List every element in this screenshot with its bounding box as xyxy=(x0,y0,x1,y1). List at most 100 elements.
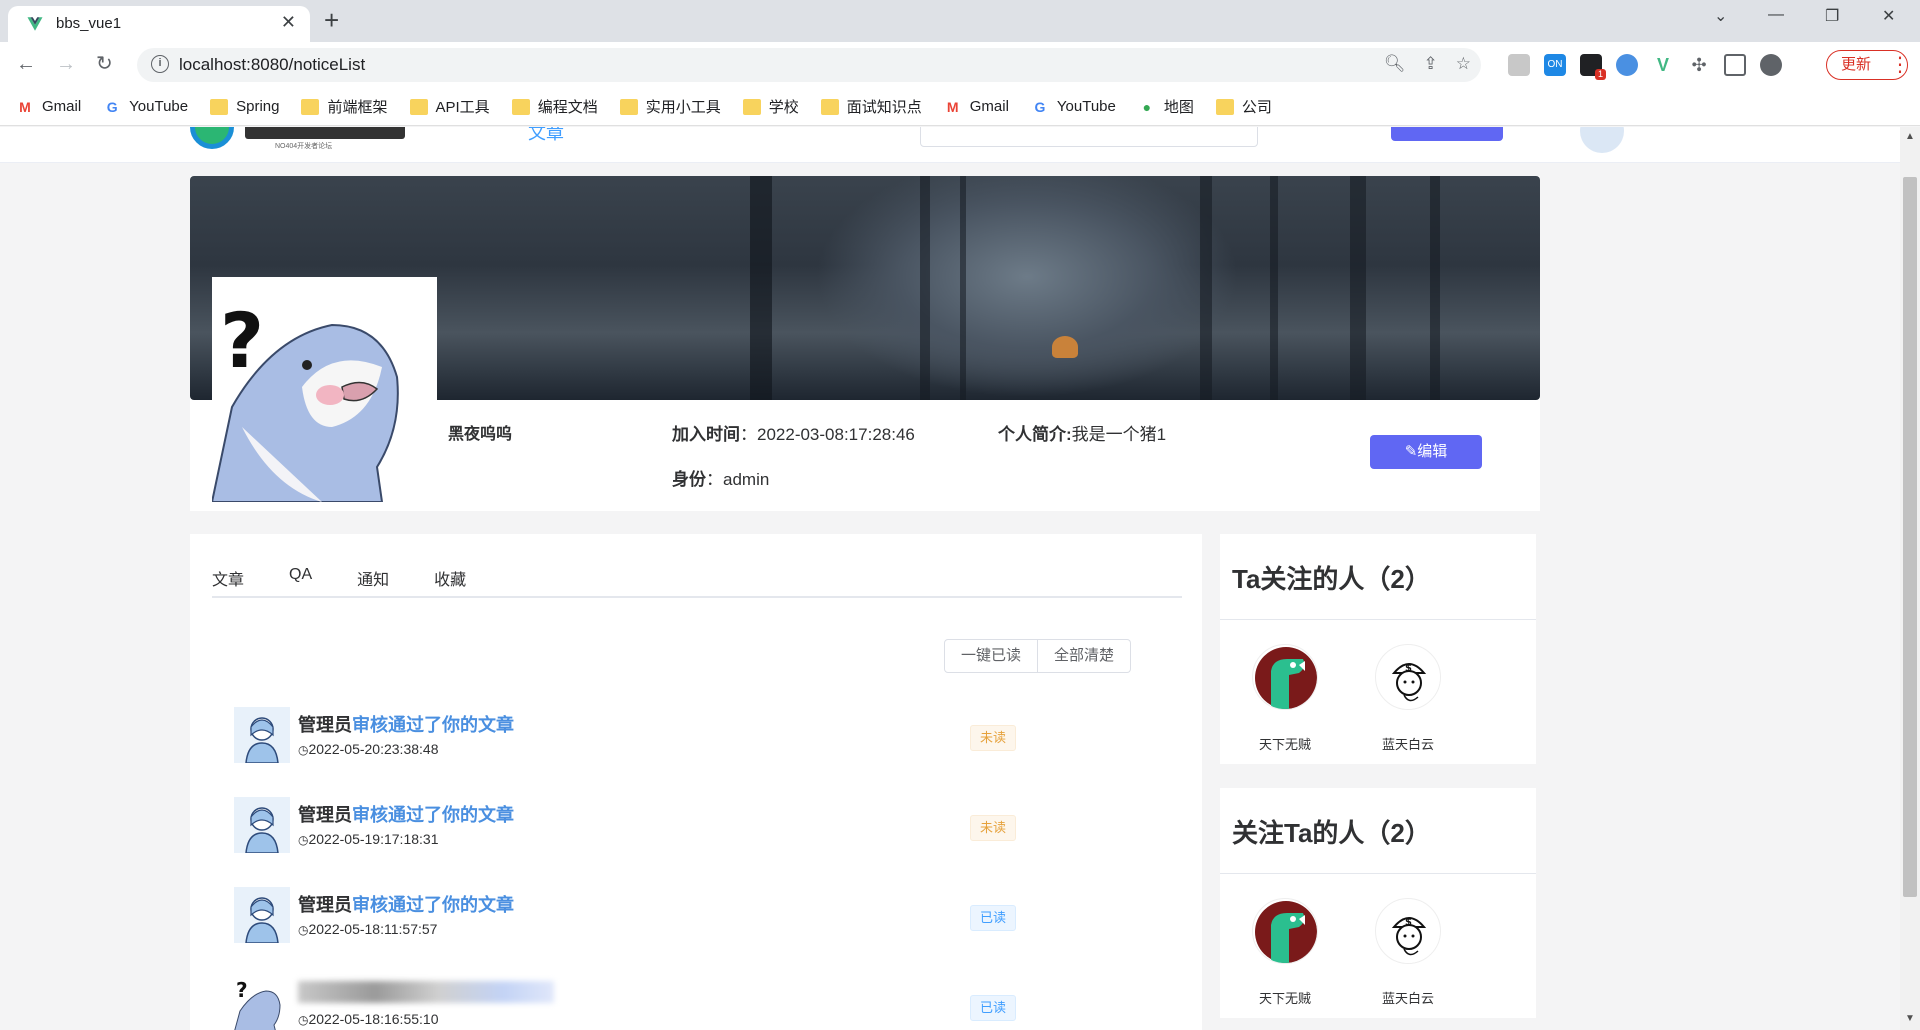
site-search-input[interactable] xyxy=(920,127,1258,147)
notice-item[interactable]: 管理员审核通过了你的文章 ◷2022-05-20:23:38:48 未读 xyxy=(234,707,1094,767)
zoom-icon[interactable]: 🔍︎ xyxy=(1384,54,1406,74)
followers-divider xyxy=(1220,873,1536,874)
extension-translate-icon[interactable] xyxy=(1508,54,1530,76)
user-avatar: ? xyxy=(234,977,290,1030)
bookmark-item[interactable]: 编程文档 xyxy=(511,96,598,117)
back-icon[interactable]: ← xyxy=(16,52,36,76)
bookmark-label: Spring xyxy=(236,98,280,115)
close-window-button[interactable]: ✕ xyxy=(1882,6,1895,26)
notice-title[interactable]: 管理员审核通过了你的文章 xyxy=(298,711,514,737)
follow-user-avatar[interactable]: $ xyxy=(1375,898,1441,964)
bookmark-item[interactable]: 公司 xyxy=(1215,96,1272,117)
page-scrollbar[interactable]: ▲ ▼ xyxy=(1900,127,1920,1030)
tab-close-icon[interactable]: ✕ xyxy=(281,12,296,33)
profile-tab[interactable]: QA xyxy=(289,566,312,590)
write-article-button[interactable] xyxy=(1391,127,1503,141)
notice-item[interactable]: ? ◷2022-05-18:16:55:10 已读 xyxy=(234,977,1094,1030)
url-text[interactable]: localhost:8080/noticeList xyxy=(179,55,365,75)
scroll-down-arrow-icon[interactable]: ▼ xyxy=(1905,1013,1915,1024)
admin-avatar xyxy=(234,797,290,853)
bookmark-item[interactable]: G YouTube xyxy=(1031,98,1115,115)
vue-logo-icon xyxy=(27,17,43,31)
forward-icon[interactable]: → xyxy=(56,52,76,76)
extension-ghost-icon[interactable]: 1 xyxy=(1580,54,1606,80)
bookmark-item[interactable]: 面试知识点 xyxy=(820,96,922,117)
follow-user[interactable]: $ 蓝天白云 xyxy=(1368,644,1448,753)
clear-all-button[interactable]: 全部清楚 xyxy=(1038,639,1132,673)
profile-tab[interactable]: 文章 xyxy=(212,566,244,590)
header-avatar[interactable] xyxy=(1580,127,1624,153)
folder-icon xyxy=(1215,98,1234,115)
minimize-button[interactable]: — xyxy=(1768,6,1784,24)
bookmark-item[interactable]: ● 地图 xyxy=(1138,96,1194,117)
follow-user-name[interactable]: 天下无贼 xyxy=(1245,734,1325,753)
extension-vue-devtools-icon[interactable]: V xyxy=(1652,54,1674,76)
browser-toolbar: ← → ↻ i localhost:8080/noticeList 🔍︎ ⇪ ☆… xyxy=(0,42,1920,88)
gmail-icon: M xyxy=(946,98,959,115)
edit-icon: ✎ xyxy=(1404,443,1418,460)
extension-count-badge: 1 xyxy=(1595,69,1606,80)
bookmark-item[interactable]: G YouTube xyxy=(103,98,188,115)
reload-icon[interactable]: ↻ xyxy=(96,52,113,76)
bookmark-item[interactable]: 学校 xyxy=(742,96,799,117)
profile-tab[interactable]: 收藏 xyxy=(434,566,466,590)
bookmark-label: YouTube xyxy=(129,98,189,115)
follow-user-avatar[interactable]: $ xyxy=(1375,644,1441,710)
profile-tab[interactable]: 通知 xyxy=(357,566,389,590)
folder-icon xyxy=(511,98,530,115)
notice-message[interactable]: 审核通过了你的文章 xyxy=(352,805,514,825)
gmail-icon: M xyxy=(19,98,31,115)
follow-user-name[interactable]: 蓝天白云 xyxy=(1368,734,1448,753)
browser-tab[interactable]: bbs_vue1 ✕ xyxy=(8,6,310,42)
follow-user-avatar[interactable] xyxy=(1252,898,1318,964)
profile-icon[interactable] xyxy=(1760,54,1782,76)
bookmark-label: 地图 xyxy=(1163,99,1194,116)
new-tab-button[interactable]: + xyxy=(324,6,339,34)
site-logo-subtitle: NO404开发者论坛 xyxy=(275,143,333,150)
bookmark-item[interactable]: 前端框架 xyxy=(301,96,388,117)
profile-card: ? 黑夜呜呜 加入时间：2022-03-08:17:28:46 个人简介:我是一… xyxy=(190,176,1540,511)
mark-all-read-button[interactable]: 一键已读 xyxy=(944,639,1039,673)
address-bar[interactable]: i localhost:8080/noticeList 🔍︎ ⇪ ☆ xyxy=(137,48,1481,82)
site-info-icon[interactable]: i xyxy=(151,55,169,73)
notice-message[interactable]: 审核通过了你的文章 xyxy=(352,895,514,915)
bookmark-item[interactable]: 实用小工具 xyxy=(619,96,721,117)
scroll-up-arrow-icon[interactable]: ▲ xyxy=(1905,131,1915,142)
follow-user-name[interactable]: 天下无贼 xyxy=(1245,988,1325,1007)
restore-button[interactable]: ❐ xyxy=(1825,6,1839,26)
bookmark-label: 实用小工具 xyxy=(645,99,721,116)
notice-item[interactable]: 管理员审核通过了你的文章 ◷2022-05-18:11:57:57 已读 xyxy=(234,887,1094,947)
bookmark-star-icon[interactable]: ☆ xyxy=(1456,54,1471,74)
folder-icon xyxy=(301,98,320,115)
extensions-puzzle-icon[interactable]: ✣ xyxy=(1688,54,1710,76)
bookmark-item[interactable]: M Gmail xyxy=(944,98,1009,115)
tab-search-icon[interactable]: ⌄ xyxy=(1714,6,1727,26)
notice-status-badge: 未读 xyxy=(970,815,1017,841)
share-icon[interactable]: ⇪ xyxy=(1424,54,1438,74)
side-panel-icon[interactable] xyxy=(1724,54,1746,76)
edit-profile-button[interactable]: ✎编辑 xyxy=(1370,435,1482,469)
bookmark-label: 面试知识点 xyxy=(846,99,922,116)
extension-on-icon[interactable]: ON xyxy=(1544,54,1566,76)
bookmark-item[interactable]: Spring xyxy=(210,98,279,115)
scroll-thumb[interactable] xyxy=(1903,177,1917,897)
follow-user[interactable]: $ 蓝天白云 xyxy=(1368,898,1448,1007)
site-logo-icon[interactable] xyxy=(190,127,234,149)
banner-lantern-figure xyxy=(1052,336,1078,358)
nav-article-link[interactable]: 文章 xyxy=(528,127,564,145)
follow-user[interactable]: 天下无贼 xyxy=(1245,898,1325,1007)
folder-icon xyxy=(820,98,839,115)
notice-title[interactable]: 管理员审核通过了你的文章 xyxy=(298,891,514,917)
bookmark-item[interactable]: M Gmail xyxy=(16,98,81,115)
bookmark-item[interactable]: API工具 xyxy=(409,96,490,117)
notice-item[interactable]: 管理员审核通过了你的文章 ◷2022-05-19:17:18:31 未读 xyxy=(234,797,1094,857)
notice-title[interactable]: 管理员审核通过了你的文章 xyxy=(298,801,514,827)
extension-cat-icon[interactable] xyxy=(1616,54,1638,76)
notice-message[interactable]: 审核通过了你的文章 xyxy=(352,715,514,735)
menu-kebab-icon[interactable]: ⋮ xyxy=(1890,52,1910,77)
follow-user-name[interactable]: 蓝天白云 xyxy=(1368,988,1448,1007)
follow-user[interactable]: 天下无贼 xyxy=(1245,644,1325,753)
follow-user-avatar[interactable] xyxy=(1252,644,1318,710)
site-logo-wordmark[interactable] xyxy=(245,127,405,139)
profile-username: 黑夜呜呜 xyxy=(448,426,513,443)
